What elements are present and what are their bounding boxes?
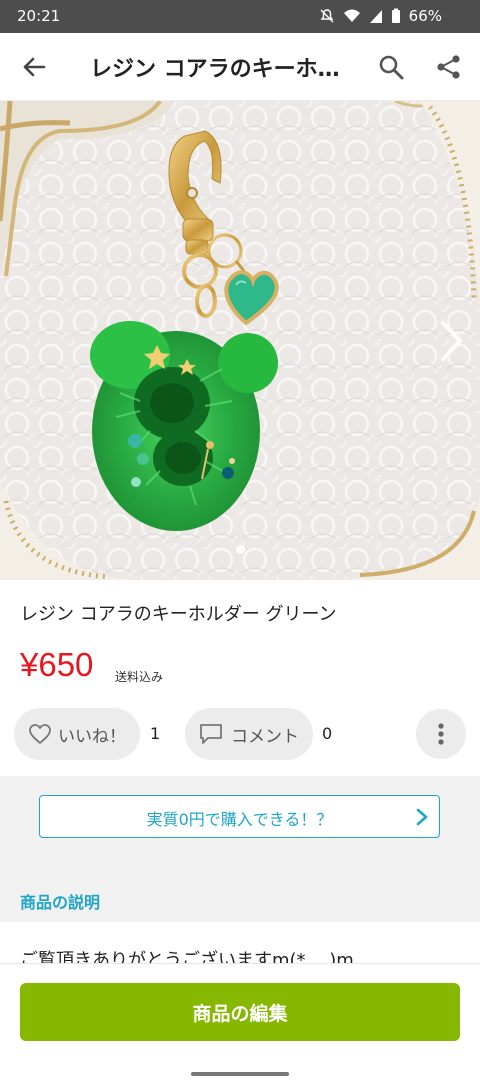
like-button[interactable]: いいね！ [14,708,140,760]
product-image-carousel[interactable] [0,101,480,580]
battery-icon [391,8,400,23]
home-indicator[interactable] [191,1072,289,1076]
promo-section: 実質0円で購入できる！？ 商品の説明 [0,776,480,922]
heart-outline-icon [29,724,51,744]
like-count: 1 [150,724,161,743]
battery-percent: 66% [408,7,442,25]
mute-icon [320,9,334,23]
search-icon[interactable] [377,53,405,81]
product-price: ¥650 [20,646,94,683]
product-title: レジン コアラのキーホルダー グリーン [20,604,337,625]
status-time: 20:21 [17,7,61,25]
status-icons: 66% [319,7,442,25]
edit-item-button[interactable]: 商品の編集 [20,983,460,1041]
more-vertical-icon [438,723,444,745]
more-options-button[interactable] [416,709,466,759]
description-section-title: 商品の説明 [20,893,101,912]
like-label: いいね！ [58,726,126,747]
back-arrow-icon[interactable] [20,53,48,81]
app-bar: レジン コアラのキーホルダー グリーン [0,33,480,101]
share-icon[interactable] [435,53,463,81]
carousel-indicator [0,545,480,554]
carousel-dot [235,545,245,554]
comment-bubble-icon [200,724,222,744]
comment-label: コメント [231,726,299,747]
comment-count: 0 [322,724,333,743]
wifi-icon [343,9,360,22]
page-title: レジン コアラのキーホルダー グリーン [90,57,350,82]
edit-item-label: 商品の編集 [192,1003,288,1025]
promo-label: 実質0円で購入できる！？ [146,810,333,829]
product-photo [0,101,480,580]
signal-icon [369,10,382,23]
status-bar: 20:21 66% [0,0,480,33]
carousel-next-chevron-icon[interactable] [436,319,466,363]
comment-button[interactable]: コメント [185,708,313,760]
chevron-right-icon [416,808,428,826]
shipping-note: 送料込み [115,670,164,684]
zero-yen-promo-button[interactable]: 実質0円で購入できる！？ [39,795,440,838]
bottom-action-bar: 商品の編集 [0,963,480,1080]
